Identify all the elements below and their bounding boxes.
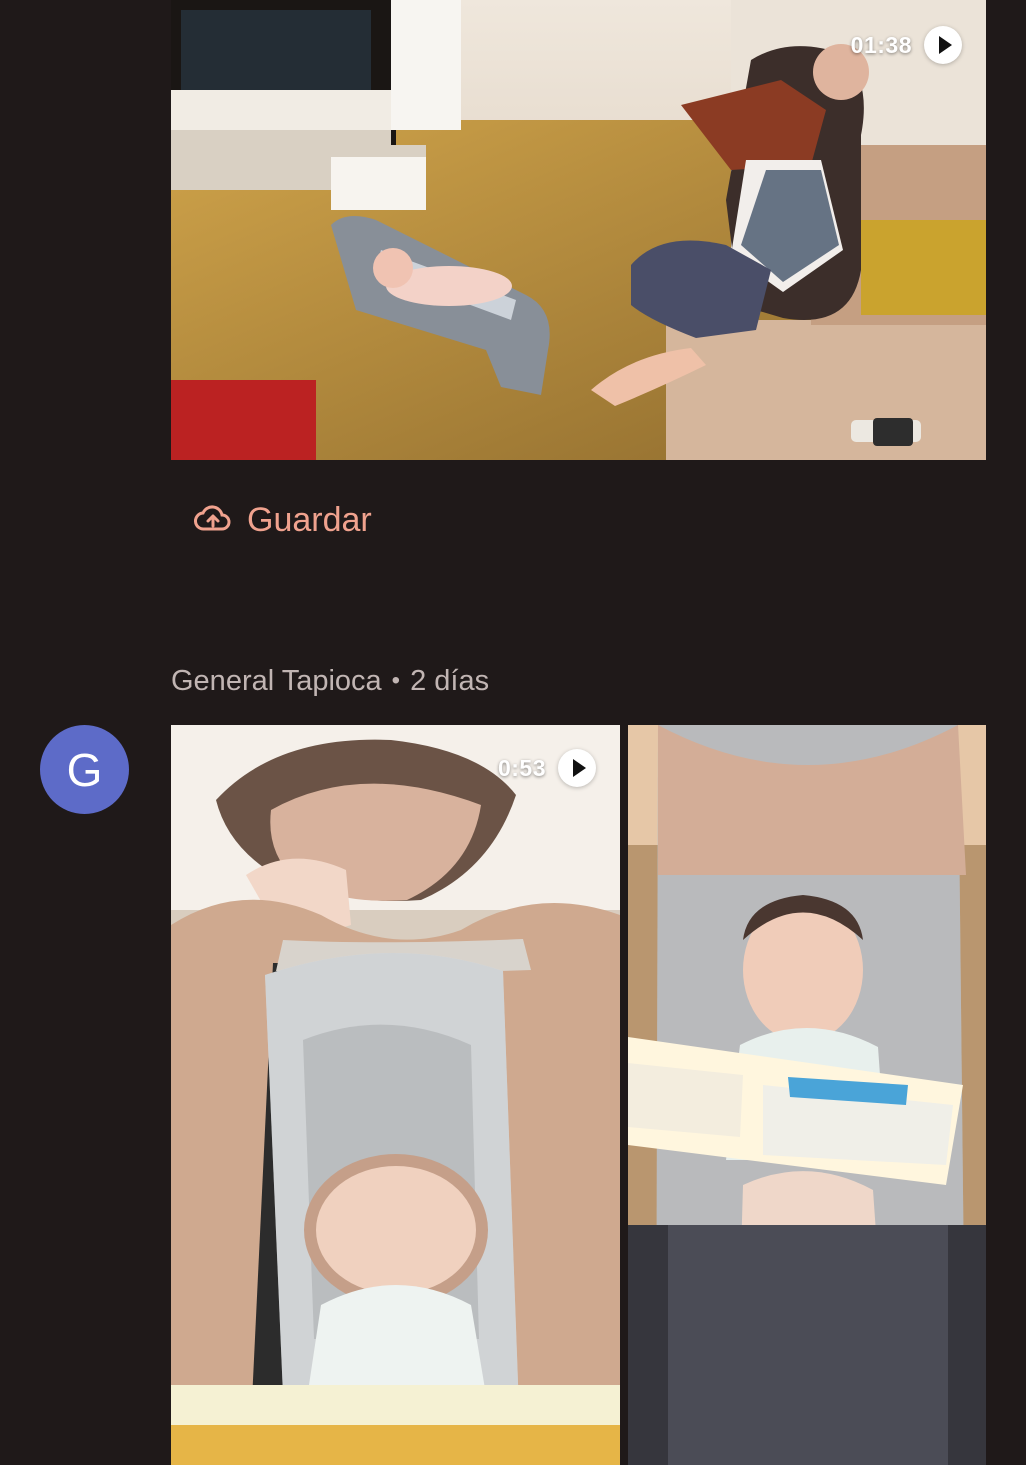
chat-thread: 01:38 Guardar General Tapioca • 2 días G xyxy=(0,0,1026,1465)
avatar-initial: G xyxy=(66,743,103,796)
video-duration-text: 01:38 xyxy=(850,31,912,58)
video-frame-reading-left xyxy=(171,725,620,1465)
gallery-video-duration-badge: 0:53 xyxy=(498,749,596,787)
gallery-video-duration-text: 0:53 xyxy=(497,754,546,781)
post-meta: General Tapioca • 2 días xyxy=(171,663,489,699)
gallery-play-icon xyxy=(558,749,596,787)
video-duration-badge: 01:38 xyxy=(851,26,962,64)
photo-frame-reading-right xyxy=(628,725,986,1465)
cloud-upload-icon xyxy=(194,505,231,531)
meta-separator: • xyxy=(391,667,401,694)
video-frame-violin xyxy=(171,0,986,460)
post-time: 2 días xyxy=(410,665,490,697)
photo-thumbnail-reading-right[interactable] xyxy=(628,725,986,1465)
play-icon xyxy=(924,26,962,64)
avatar[interactable]: G xyxy=(40,725,129,814)
video-thumbnail-reading-left[interactable]: 0:53 xyxy=(171,725,620,1465)
video-thumbnail-violin[interactable]: 01:38 xyxy=(171,0,986,460)
save-button[interactable]: Guardar xyxy=(193,500,372,540)
save-button-label: Guardar xyxy=(247,501,372,539)
author-name: General Tapioca xyxy=(171,665,382,697)
